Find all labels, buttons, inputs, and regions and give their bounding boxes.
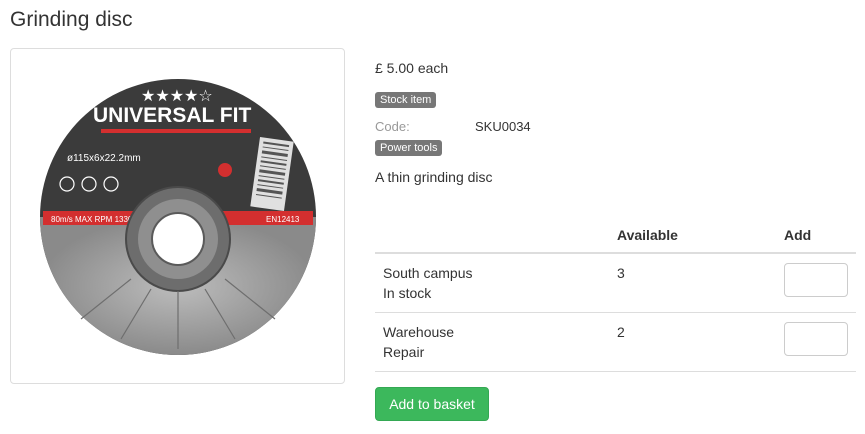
location-status: In stock bbox=[383, 285, 432, 301]
disc-standard-text: EN12413 bbox=[266, 215, 300, 224]
available-cell: 2 bbox=[609, 312, 776, 372]
stock-item-badge: Stock item bbox=[375, 92, 437, 108]
available-cell: 3 bbox=[609, 253, 776, 313]
quantity-input[interactable] bbox=[784, 322, 848, 356]
location-name: South campus bbox=[383, 265, 473, 281]
location-name: Warehouse bbox=[383, 324, 455, 340]
code-value: SKU0034 bbox=[475, 119, 531, 134]
category-badge: Power tools bbox=[375, 140, 443, 156]
location-status: Repair bbox=[383, 344, 425, 360]
location-cell: Warehouse Repair bbox=[375, 312, 609, 372]
add-cell bbox=[776, 253, 856, 313]
location-cell: South campus In stock bbox=[375, 253, 609, 313]
disc-size-text: ø115x6x22.2mm bbox=[67, 153, 141, 164]
product-image: 80m/s MAX RPM 13300 EN12413 ★★★★☆ UNIVER… bbox=[10, 48, 345, 384]
page-title: Grinding disc bbox=[10, 8, 133, 31]
add-header: Add bbox=[776, 219, 856, 254]
available-header: Available bbox=[609, 219, 776, 254]
product-price: £ 5.00 each bbox=[375, 60, 449, 76]
add-cell bbox=[776, 312, 856, 372]
product-description: A thin grinding disc bbox=[375, 169, 493, 185]
table-row: Warehouse Repair 2 bbox=[375, 312, 856, 372]
star-rating-icon: ★★★★☆ bbox=[141, 86, 213, 105]
disc-center-hole bbox=[151, 212, 205, 266]
code-label: Code: bbox=[375, 119, 410, 134]
quantity-input[interactable] bbox=[784, 263, 848, 297]
disc-speed-text: 80m/s MAX RPM 13300 bbox=[51, 215, 137, 224]
table-header-row: Available Add bbox=[375, 219, 856, 254]
stock-table: Available Add South campus In stock 3 Wa… bbox=[375, 219, 856, 372]
table-row: South campus In stock 3 bbox=[375, 253, 856, 313]
grinding-disc-illustration: 80m/s MAX RPM 13300 EN12413 ★★★★☆ UNIVER… bbox=[40, 79, 316, 355]
warning-icon bbox=[218, 163, 232, 177]
location-header bbox=[375, 219, 609, 254]
add-to-basket-button[interactable]: Add to basket bbox=[375, 387, 489, 421]
disc-brand-underline bbox=[101, 129, 251, 133]
disc-brand-text: UNIVERSAL FIT bbox=[93, 104, 251, 127]
